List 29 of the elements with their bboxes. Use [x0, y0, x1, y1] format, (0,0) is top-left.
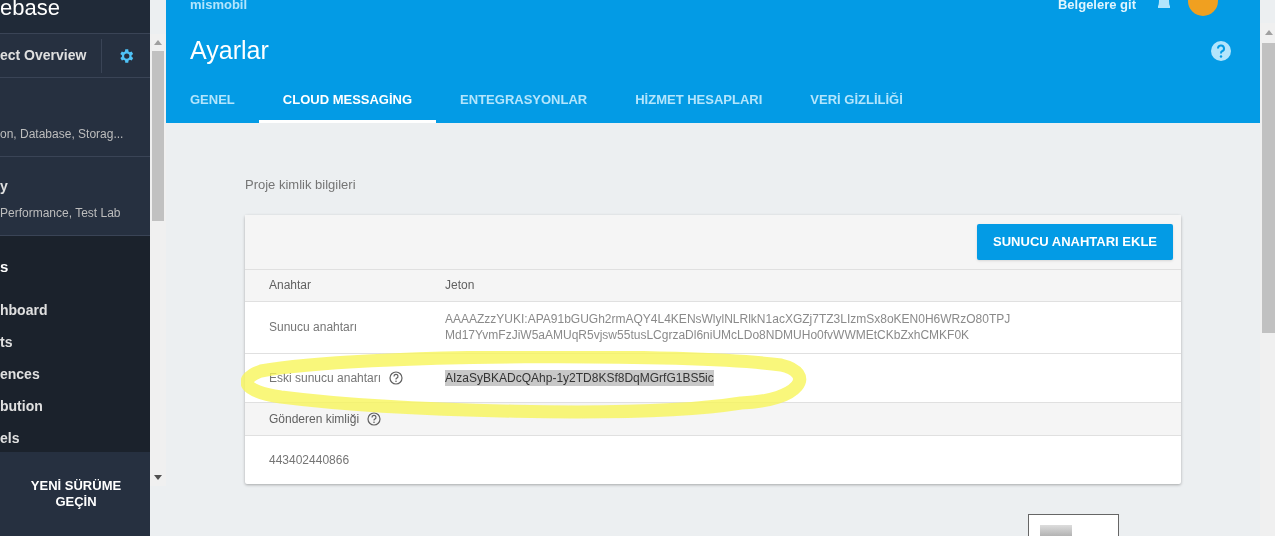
- sender-id-value: 443402440866: [269, 451, 350, 469]
- section-title: Proje kimlik bilgileri: [245, 176, 357, 194]
- key-name: Sunucu anahtarı: [269, 319, 358, 336]
- key-name: Eski sunucu anahtarı: [269, 369, 382, 387]
- page-title: Ayarlar: [190, 35, 270, 66]
- section-title: s: [0, 257, 10, 277]
- upgrade-button[interactable]: YENİ SÜRÜME GEÇİN: [26, 478, 126, 510]
- token-value: AIzaSyBKADcQAhp-1y2TD8KSf8DqMGrfG1BS5ic: [445, 369, 714, 386]
- scroll-up-icon[interactable]: [1264, 30, 1273, 35]
- section-title: y: [0, 177, 9, 192]
- nav-item[interactable]: bution: [0, 394, 150, 418]
- nav-item[interactable]: ences: [0, 362, 150, 386]
- scroll-down-icon[interactable]: [154, 475, 162, 480]
- sender-id-label: Gönderen kimliği: [269, 410, 360, 428]
- column-header: Anahtar: [268, 277, 313, 294]
- help-icon[interactable]: [389, 370, 404, 385]
- help-icon[interactable]: [367, 411, 382, 426]
- section-subtitle[interactable]: on, Database, Storag...: [0, 125, 150, 143]
- column-header: Jeton: [445, 277, 475, 294]
- project-overview-link[interactable]: ect Overview: [0, 45, 101, 66]
- token-value: AAAAZzzYUKI:APA91bGUGh2rmAQY4L4KENsWlylNLRlkN1acXGZj7TZ3LIzmSx8oKEN0H6WRzO80TPJ Md17YvmFzJiW5aAMUqR5vjsw55tusLCgrzaDl6niUMcLDo8NDMUHo0fvWWMEtCKbZxhCMKF0K: [445, 311, 1011, 343]
- nav-item[interactable]: hboard: [0, 298, 150, 322]
- scrollbar-thumb[interactable]: [152, 51, 164, 221]
- nav-item[interactable]: ts: [0, 330, 150, 354]
- nav-item[interactable]: els: [0, 426, 150, 450]
- bell-icon[interactable]: [1156, 0, 1172, 10]
- scrollbar-thumb[interactable]: [1262, 43, 1275, 333]
- avatar[interactable]: [1188, 0, 1218, 16]
- section-subtitle[interactable]: Performance, Test Lab: [0, 204, 150, 222]
